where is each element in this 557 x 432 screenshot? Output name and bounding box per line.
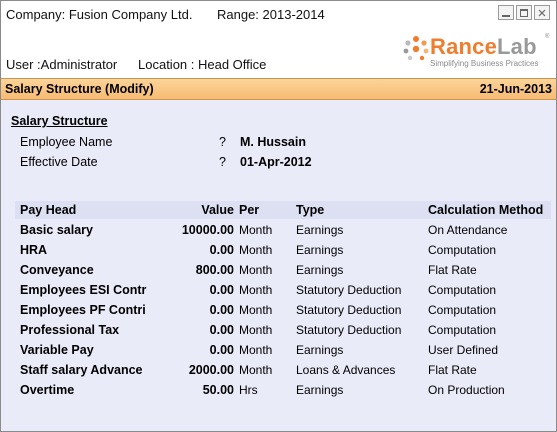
value-cell: 0.00: [209, 343, 234, 357]
pay-head-cell: Professional Tax: [20, 323, 120, 337]
type-cell: Earnings: [296, 263, 344, 277]
col-header-value: Value: [201, 203, 234, 217]
value-cell: 0.00: [209, 243, 234, 257]
table-row[interactable]: Professional Tax 0.00 Month Statutory De…: [1, 321, 556, 341]
pay-head-cell: Conveyance: [20, 263, 94, 277]
maximize-icon[interactable]: [516, 5, 532, 20]
col-header-type: Type: [296, 203, 325, 217]
form-date: 21-Jun-2013: [479, 82, 552, 96]
per-cell: Month: [239, 323, 273, 337]
effective-date-separator: ?: [219, 155, 226, 169]
per-cell: Month: [239, 223, 273, 237]
calculation-method-cell: Flat Rate: [428, 263, 477, 277]
table-row[interactable]: Employees PF Contri 0.00 Month Statutory…: [1, 301, 556, 321]
pay-head-cell: Variable Pay: [20, 343, 94, 357]
col-header-pay-head: Pay Head: [20, 203, 77, 217]
calculation-method-cell: Computation: [428, 303, 497, 317]
calculation-method-cell: Flat Rate: [428, 363, 477, 377]
type-cell: Statutory Deduction: [296, 323, 402, 337]
location-label: Location : Head Office: [138, 57, 267, 72]
per-cell: Month: [239, 363, 273, 377]
table-row[interactable]: Overtime 50.00 Hrs Earnings On Productio…: [1, 381, 556, 401]
type-cell: Earnings: [296, 383, 344, 397]
logo-wordmark: RanceLab: [430, 34, 537, 59]
value-cell: 2000.00: [188, 363, 234, 377]
per-cell: Month: [239, 263, 273, 277]
form-body: Salary Structure Employee Name ? M. Huss…: [1, 100, 556, 431]
logo-registered-mark: ®: [545, 34, 550, 40]
effective-date-field[interactable]: 01-Apr-2012: [240, 155, 312, 169]
rancelab-logo: RanceLab ® Simplifying Business Practice…: [402, 34, 552, 70]
logo-tagline: Simplifying Business Practices: [430, 59, 539, 68]
table-row[interactable]: Basic salary 10000.00 Month Earnings On …: [1, 221, 556, 241]
per-cell: Month: [239, 283, 273, 297]
value-cell: 0.00: [209, 303, 234, 317]
form-title-bar: Salary Structure (Modify) 21-Jun-2013: [1, 78, 556, 100]
calculation-method-cell: Computation: [428, 283, 497, 297]
per-cell: Month: [239, 343, 273, 357]
employee-name-label: Employee Name: [20, 135, 113, 149]
logo-dots-icon: [403, 36, 429, 61]
pay-head-cell: Employees ESI Contr: [20, 283, 147, 297]
type-cell: Earnings: [296, 223, 344, 237]
pay-head-cell: HRA: [20, 243, 48, 257]
table-row[interactable]: Staff salary Advance 2000.00 Month Loans…: [1, 361, 556, 381]
calculation-method-cell: On Production: [428, 383, 505, 397]
col-header-calculation-method: Calculation Method: [428, 203, 544, 217]
type-cell: Statutory Deduction: [296, 283, 402, 297]
pay-head-cell: Staff salary Advance: [20, 363, 143, 377]
type-cell: Earnings: [296, 243, 344, 257]
app-header: Company: Fusion Company Ltd. Range: 2013…: [1, 1, 556, 78]
type-cell: Statutory Deduction: [296, 303, 402, 317]
pay-head-cell: Basic salary: [20, 223, 93, 237]
section-title: Salary Structure: [11, 114, 108, 128]
per-cell: Month: [239, 303, 273, 317]
col-header-per: Per: [239, 203, 260, 217]
per-cell: Hrs: [239, 383, 258, 397]
pay-head-cell: Overtime: [20, 383, 75, 397]
salary-structure-window: Company: Fusion Company Ltd. Range: 2013…: [0, 0, 557, 432]
value-cell: 0.00: [209, 283, 234, 297]
value-cell: 0.00: [209, 323, 234, 337]
value-cell: 10000.00: [181, 223, 234, 237]
calculation-method-cell: Computation: [428, 323, 497, 337]
employee-name-field[interactable]: M. Hussain: [240, 135, 306, 149]
form-title: Salary Structure (Modify): [5, 82, 154, 96]
effective-date-label: Effective Date: [20, 155, 98, 169]
minimize-icon[interactable]: [498, 5, 514, 20]
pay-head-cell: Employees PF Contri: [20, 303, 146, 317]
table-row[interactable]: Variable Pay 0.00 Month Earnings User De…: [1, 341, 556, 361]
value-cell: 50.00: [202, 383, 234, 397]
type-cell: Loans & Advances: [296, 363, 396, 377]
type-cell: Earnings: [296, 343, 344, 357]
table-row[interactable]: Employees ESI Contr 0.00 Month Statutory…: [1, 281, 556, 301]
user-label: User :Administrator: [6, 57, 118, 72]
close-icon[interactable]: [534, 5, 550, 20]
table-row[interactable]: HRA 0.00 Month Earnings Computation: [1, 241, 556, 261]
calculation-method-cell: Computation: [428, 243, 497, 257]
window-controls: [498, 5, 550, 20]
range-label: Range: 2013-2014: [217, 7, 325, 22]
calculation-method-cell: On Attendance: [428, 223, 508, 237]
per-cell: Month: [239, 243, 273, 257]
table-row[interactable]: Conveyance 800.00 Month Earnings Flat Ra…: [1, 261, 556, 281]
calculation-method-cell: User Defined: [428, 343, 499, 357]
employee-name-separator: ?: [219, 135, 226, 149]
company-label: Company: Fusion Company Ltd.: [6, 7, 193, 22]
value-cell: 800.00: [195, 263, 234, 277]
